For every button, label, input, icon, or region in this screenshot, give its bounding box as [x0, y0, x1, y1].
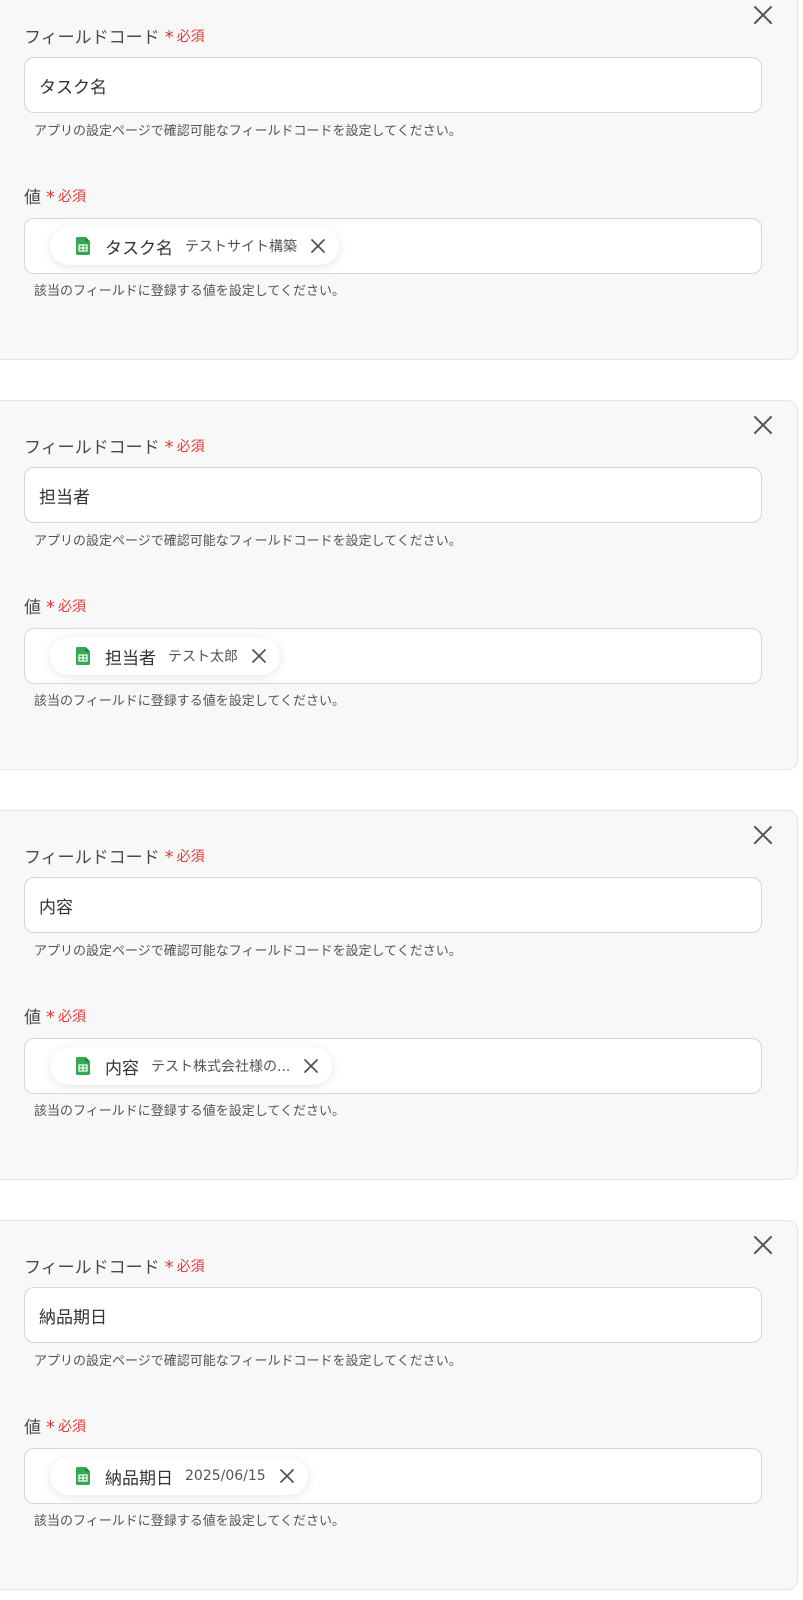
value-input[interactable]: 担当者 テスト太郎 — [24, 628, 762, 684]
field-code-label-text: フィールドコード — [24, 848, 160, 868]
field-code-label: フィールドコード * 必須 — [24, 23, 205, 48]
variable-chip[interactable]: 納品期日 2025/06/15 — [50, 1457, 308, 1495]
value-label: 値 * 必須 — [24, 1413, 86, 1438]
chip-variable-name: 担当者 — [105, 648, 156, 669]
required-text: 必須 — [176, 28, 205, 45]
value-label: 値 * 必須 — [24, 593, 86, 618]
field-code-value: 内容 — [39, 897, 73, 918]
field-code-label: フィールドコード * 必須 — [24, 1253, 205, 1278]
field-code-help: アプリの設定ページで確認可能なフィールドコードを設定してください。 — [34, 534, 462, 549]
value-help: 該当のフィールドに登録する値を設定してください。 — [34, 284, 345, 299]
google-sheets-icon — [76, 1467, 90, 1485]
required-asterisk: * — [164, 846, 174, 868]
field-code-label-text: フィールドコード — [24, 1258, 160, 1278]
value-label-text: 値 — [24, 1008, 41, 1028]
variable-chip[interactable]: タスク名 テストサイト構築 — [50, 227, 339, 265]
close-icon — [754, 826, 772, 844]
field-code-help: アプリの設定ページで確認可能なフィールドコードを設定してください。 — [34, 944, 462, 959]
chip-variable-value: テストサイト構築 — [185, 239, 297, 255]
value-input[interactable]: タスク名 テストサイト構築 — [24, 218, 762, 274]
required-asterisk: * — [164, 436, 174, 458]
required-asterisk: * — [46, 1416, 55, 1438]
required-asterisk: * — [46, 1006, 55, 1028]
required-text: 必須 — [176, 1258, 205, 1275]
field-mapping-card: フィールドコード * 必須 タスク名 アプリの設定ページで確認可能なフィールドコ… — [0, 0, 798, 360]
field-code-input[interactable]: 納品期日 — [24, 1287, 762, 1343]
field-code-value: タスク名 — [39, 77, 107, 98]
variable-chip[interactable]: 担当者 テスト太郎 — [50, 637, 280, 675]
value-label: 値 * 必須 — [24, 183, 86, 208]
required-text: 必須 — [58, 1008, 86, 1025]
field-code-input[interactable]: 内容 — [24, 877, 762, 933]
field-code-label-text: フィールドコード — [24, 28, 160, 48]
chip-variable-value: 2025/06/15 — [185, 1468, 266, 1484]
google-sheets-icon — [76, 237, 90, 255]
chip-remove-icon[interactable] — [300, 1055, 322, 1077]
field-mapping-card: フィールドコード * 必須 納品期日 アプリの設定ページで確認可能なフィールドコ… — [0, 1220, 798, 1590]
chip-variable-name: タスク名 — [105, 238, 173, 259]
chip-remove-icon[interactable] — [307, 235, 329, 257]
field-code-label: フィールドコード * 必須 — [24, 843, 205, 868]
close-icon — [754, 6, 772, 24]
field-code-label: フィールドコード * 必須 — [24, 433, 205, 458]
value-label: 値 * 必須 — [24, 1003, 86, 1028]
field-code-value: 納品期日 — [39, 1307, 107, 1328]
required-asterisk: * — [46, 596, 55, 618]
field-mapping-card: フィールドコード * 必須 内容 アプリの設定ページで確認可能なフィールドコード… — [0, 810, 798, 1180]
required-text: 必須 — [58, 1418, 86, 1435]
field-code-help: アプリの設定ページで確認可能なフィールドコードを設定してください。 — [34, 1354, 462, 1369]
value-input[interactable]: 内容 テスト株式会社様の... — [24, 1038, 762, 1094]
field-code-value: 担当者 — [39, 487, 90, 508]
field-mapping-card: フィールドコード * 必須 担当者 アプリの設定ページで確認可能なフィールドコー… — [0, 400, 798, 770]
required-text: 必須 — [176, 848, 205, 865]
chip-variable-value: テスト株式会社様の... — [151, 1059, 291, 1075]
value-help: 該当のフィールドに登録する値を設定してください。 — [34, 694, 345, 709]
value-help: 該当のフィールドに登録する値を設定してください。 — [34, 1104, 345, 1119]
required-asterisk: * — [164, 1256, 174, 1278]
close-icon — [754, 1236, 772, 1254]
chip-remove-icon[interactable] — [276, 1465, 298, 1487]
close-icon — [754, 416, 772, 434]
required-text: 必須 — [58, 188, 86, 205]
required-asterisk: * — [164, 26, 174, 48]
chip-variable-name: 内容 — [105, 1058, 139, 1079]
remove-mapping-button[interactable] — [751, 3, 775, 27]
field-code-label-text: フィールドコード — [24, 438, 160, 458]
field-code-input[interactable]: 担当者 — [24, 467, 762, 523]
field-code-input[interactable]: タスク名 — [24, 57, 762, 113]
variable-chip[interactable]: 内容 テスト株式会社様の... — [50, 1047, 333, 1085]
remove-mapping-button[interactable] — [751, 823, 775, 847]
field-code-help: アプリの設定ページで確認可能なフィールドコードを設定してください。 — [34, 124, 462, 139]
chip-remove-icon[interactable] — [248, 645, 270, 667]
value-label-text: 値 — [24, 188, 41, 208]
value-label-text: 値 — [24, 1418, 41, 1438]
value-help: 該当のフィールドに登録する値を設定してください。 — [34, 1514, 345, 1529]
required-text: 必須 — [176, 438, 205, 455]
chip-variable-name: 納品期日 — [105, 1468, 173, 1489]
required-text: 必須 — [58, 598, 86, 615]
google-sheets-icon — [76, 1057, 90, 1075]
chip-variable-value: テスト太郎 — [168, 649, 238, 665]
remove-mapping-button[interactable] — [751, 413, 775, 437]
google-sheets-icon — [76, 647, 90, 665]
value-label-text: 値 — [24, 598, 41, 618]
required-asterisk: * — [46, 186, 55, 208]
value-input[interactable]: 納品期日 2025/06/15 — [24, 1448, 762, 1504]
remove-mapping-button[interactable] — [751, 1233, 775, 1257]
